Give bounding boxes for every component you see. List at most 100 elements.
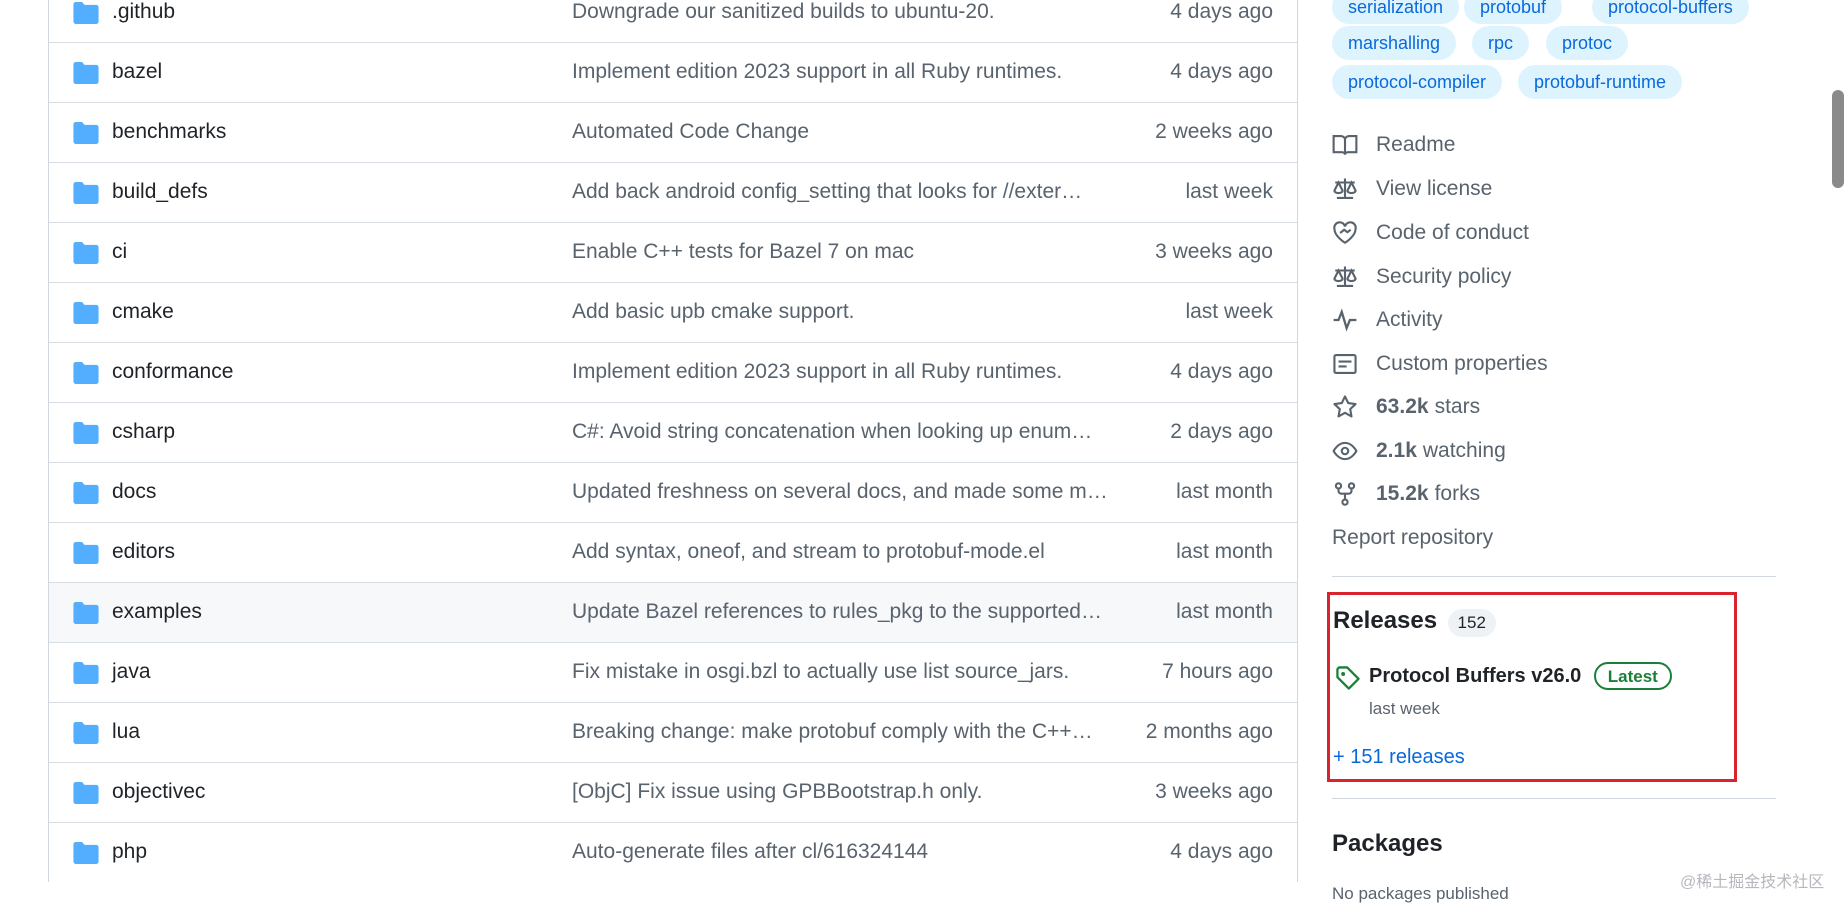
topic-protoc[interactable]: protoc	[1546, 26, 1629, 60]
file-name-link[interactable]: lua	[112, 720, 140, 744]
commit-message-link[interactable]: Breaking change: make protobuf comply wi…	[572, 720, 1142, 744]
file-row[interactable]: cmake Add basic upb cmake support. last we…	[49, 282, 1297, 342]
commit-message-link[interactable]: Fix mistake in osgi.bzl to actually use …	[572, 660, 1142, 684]
topic-marshalling[interactable]: marshalling	[1332, 26, 1457, 60]
folder-icon	[73, 722, 99, 744]
file-row[interactable]: bazel Implement edition 2023 support in a…	[49, 42, 1297, 102]
topic-protocol-buffers[interactable]: protocol-buffers	[1592, 0, 1749, 24]
commit-message-link[interactable]: Auto-generate files after cl/616324144	[572, 840, 1142, 864]
note-icon	[1333, 354, 1357, 374]
commit-message-link[interactable]: Downgrade our sanitized builds to ubuntu…	[572, 0, 1142, 24]
book-icon	[1332, 135, 1358, 155]
license-label: View license	[1376, 177, 1493, 200]
commit-message-link[interactable]: C#: Avoid string concatenation when look…	[572, 420, 1142, 444]
file-name-link[interactable]: editors	[112, 540, 175, 564]
file-row[interactable]: build_defs Add back android config_settin…	[49, 162, 1297, 222]
code-of-conduct-link[interactable]: Code of conduct	[1332, 218, 1529, 248]
stars-count: 63.2k	[1376, 395, 1429, 418]
activity-link[interactable]: Activity	[1332, 305, 1443, 335]
packages-empty-text: No packages published	[1332, 884, 1509, 903]
file-row[interactable]: csharp C#: Avoid string concatenation whe…	[49, 402, 1297, 462]
file-name-link[interactable]: java	[112, 660, 151, 684]
section-divider	[1332, 798, 1776, 799]
readme-label: Readme	[1376, 133, 1456, 156]
topic-protobuf-runtime[interactable]: protobuf-runtime	[1518, 65, 1683, 99]
releases-highlight-box: Releases 152 Protocol Buffers v26.0 Late…	[1327, 592, 1737, 782]
file-row[interactable]: .github Downgrade our sanitized builds to…	[49, 0, 1297, 42]
packages-title[interactable]: Packages	[1332, 830, 1443, 858]
stars-link[interactable]: 63.2k stars	[1332, 392, 1480, 422]
topic-protobuf[interactable]: protobuf	[1464, 0, 1563, 24]
commit-age: last month	[1176, 600, 1273, 623]
file-name-link[interactable]: csharp	[112, 420, 175, 444]
file-name-link[interactable]: php	[112, 840, 147, 864]
watching-link[interactable]: 2.1k watching	[1332, 436, 1506, 466]
file-name-link[interactable]: .github	[112, 0, 175, 24]
forks-label: forks	[1434, 482, 1481, 505]
commit-message-link[interactable]: Enable C++ tests for Bazel 7 on mac	[572, 240, 1142, 264]
readme-link[interactable]: Readme	[1332, 130, 1455, 160]
topic-rpc[interactable]: rpc	[1472, 26, 1530, 60]
releases-header[interactable]: Releases 152	[1333, 607, 1496, 637]
file-row[interactable]: lua Breaking change: make protobuf comply…	[49, 702, 1297, 762]
file-name-link[interactable]: docs	[112, 480, 156, 504]
activity-label: Activity	[1376, 308, 1443, 331]
more-releases-link[interactable]: + 151 releases	[1333, 746, 1465, 769]
commit-age: 3 weeks ago	[1155, 240, 1273, 263]
folder-icon	[73, 662, 99, 684]
commit-message-link[interactable]: Add back android config_setting that loo…	[572, 180, 1142, 204]
watching-count: 2.1k	[1376, 439, 1417, 462]
commit-age: last week	[1185, 180, 1273, 203]
file-row[interactable]: editors Add syntax, oneof, and stream to …	[49, 522, 1297, 582]
commit-message-link[interactable]: [ObjC] Fix issue using GPBBootstrap.h on…	[572, 780, 1142, 804]
code-of-conduct-icon	[1333, 221, 1357, 244]
file-row[interactable]: conformance Implement edition 2023 suppor…	[49, 342, 1297, 402]
file-row[interactable]: objectivec [ObjC] Fix issue using GPBBoot…	[49, 762, 1297, 822]
file-row[interactable]: examples Update Bazel references to rules…	[49, 582, 1297, 642]
latest-release[interactable]: Protocol Buffers v26.0 Latest	[1369, 662, 1672, 690]
report-repository-link[interactable]: Report repository	[1332, 523, 1493, 553]
file-name-link[interactable]: examples	[112, 600, 202, 624]
latest-release-date: last week	[1369, 699, 1440, 718]
topic-protocol-compiler[interactable]: protocol-compiler	[1332, 65, 1503, 99]
folder-icon	[73, 302, 99, 324]
license-link[interactable]: View license	[1332, 174, 1492, 204]
file-row[interactable]: ci Enable C++ tests for Bazel 7 on mac 3 w…	[49, 222, 1297, 282]
folder-icon	[73, 362, 99, 384]
file-name-link[interactable]: benchmarks	[112, 120, 226, 144]
file-row[interactable]: docs Updated freshness on several docs, a…	[49, 462, 1297, 522]
folder-icon	[73, 122, 99, 144]
file-name-link[interactable]: cmake	[112, 300, 174, 324]
commit-age: last month	[1176, 480, 1273, 503]
report-repository-label: Report repository	[1332, 526, 1494, 549]
file-name-link[interactable]: build_defs	[112, 180, 208, 204]
commit-message-link[interactable]: Update Bazel references to rules_pkg to …	[572, 600, 1142, 624]
commit-age: last month	[1176, 540, 1273, 563]
file-name-link[interactable]: ci	[112, 240, 127, 264]
commit-message-link[interactable]: Add syntax, oneof, and stream to protobu…	[572, 540, 1142, 564]
scrollbar-thumb[interactable]	[1832, 90, 1844, 188]
file-row[interactable]: benchmarks Automated Code Change 2 weeks a…	[49, 102, 1297, 162]
commit-age: 7 hours ago	[1162, 660, 1273, 683]
topic-serialization[interactable]: serialization	[1332, 0, 1460, 24]
forks-link[interactable]: 15.2k forks	[1332, 479, 1480, 509]
releases-title: Releases	[1333, 607, 1438, 634]
file-row[interactable]: java Fix mistake in osgi.bzl to actually …	[49, 642, 1297, 702]
commit-message-link[interactable]: Updated freshness on several docs, and m…	[572, 480, 1142, 504]
commit-message-link[interactable]: Implement edition 2023 support in all Ru…	[572, 360, 1142, 384]
file-name-link[interactable]: conformance	[112, 360, 233, 384]
law-icon	[1333, 178, 1357, 199]
custom-properties-link[interactable]: Custom properties	[1332, 349, 1548, 379]
folder-icon	[73, 182, 99, 204]
file-table: .github Downgrade our sanitized builds to…	[48, 0, 1298, 882]
commit-message-link[interactable]: Implement edition 2023 support in all Ru…	[572, 60, 1142, 84]
commit-message-link[interactable]: Automated Code Change	[572, 120, 1142, 144]
security-policy-link[interactable]: Security policy	[1332, 262, 1511, 292]
file-name-link[interactable]: bazel	[112, 60, 162, 84]
commit-message-link[interactable]: Add basic upb cmake support.	[572, 300, 1142, 324]
file-name-link[interactable]: objectivec	[112, 780, 205, 804]
folder-icon	[73, 422, 99, 444]
latest-release-name: Protocol Buffers v26.0	[1369, 665, 1582, 687]
file-row[interactable]: php Auto-generate files after cl/61632414…	[49, 822, 1297, 882]
watching-label: watching	[1422, 439, 1506, 462]
